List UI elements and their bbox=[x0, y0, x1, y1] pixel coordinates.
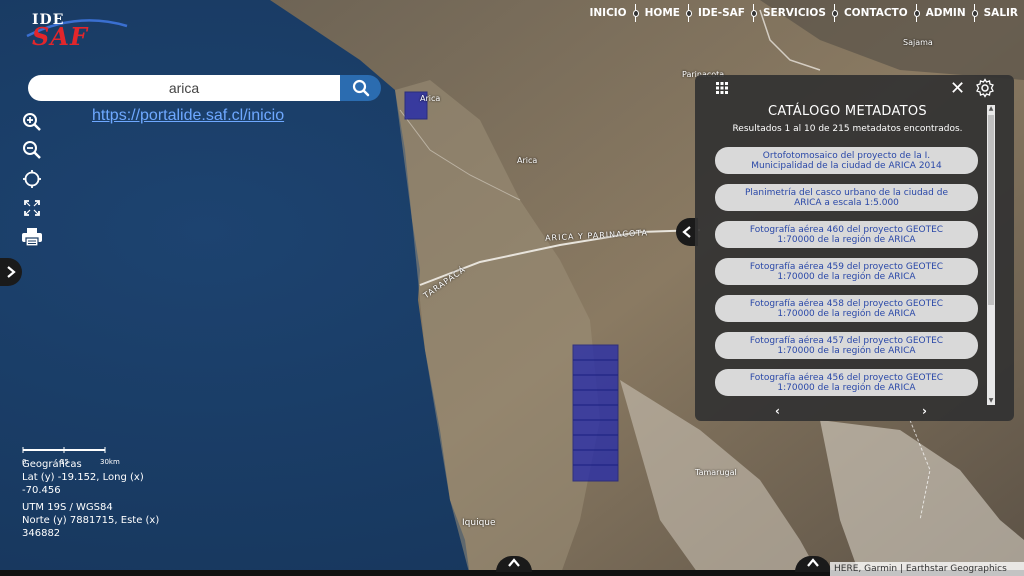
catalog-item-line1: Fotografía aérea 456 del proyecto GEOTEC bbox=[749, 372, 944, 383]
map-attribution: HERE, Garmin | Earthstar Geographics bbox=[830, 562, 1024, 576]
zoom-out-icon bbox=[23, 141, 41, 159]
map-label-tamarugal: Tamarugal bbox=[695, 468, 737, 477]
catalog-item-line2: 1:70000 de la región de ARICA bbox=[777, 234, 916, 245]
catalog-item-line2: 1:70000 de la región de ARICA bbox=[777, 382, 916, 393]
catalog-item[interactable]: Fotografía aérea 460 del proyecto GEOTEC… bbox=[715, 221, 978, 248]
print-icon bbox=[22, 228, 42, 247]
nav-contacto[interactable]: CONTACTO bbox=[838, 0, 914, 26]
geo-long-value: -70.456 bbox=[22, 485, 61, 496]
nav-servicios[interactable]: SERVICIOS bbox=[757, 0, 832, 26]
catalog-next-page-button[interactable]: › bbox=[922, 404, 927, 418]
utm-title: UTM 19S / WGS84 bbox=[22, 502, 113, 513]
catalog-item-line1: Fotografía aérea 457 del proyecto GEOTEC bbox=[749, 335, 944, 346]
portal-url-link[interactable]: https://portalide.saf.cl/inicio bbox=[92, 107, 284, 125]
chevron-up-icon bbox=[807, 558, 819, 567]
search-bar bbox=[28, 75, 381, 101]
gear-icon[interactable] bbox=[975, 78, 995, 98]
catalog-item-line1: Fotografía aérea 458 del proyecto GEOTEC bbox=[749, 298, 944, 309]
locate-icon bbox=[23, 170, 41, 188]
catalog-item[interactable]: Fotografía aérea 459 del proyecto GEOTEC… bbox=[715, 258, 978, 285]
search-input[interactable] bbox=[28, 75, 340, 101]
catalog-title: CATÁLOGO METADATOS bbox=[768, 104, 927, 119]
catalog-item-line1: Planimetría del casco urbano de la ciuda… bbox=[744, 187, 949, 198]
top-navigation: INICIO HOME IDE-SAF SERVICIOS CONTACTO A… bbox=[583, 0, 1024, 26]
nav-home[interactable]: HOME bbox=[639, 0, 686, 26]
scroll-down-arrow-icon[interactable]: ▼ bbox=[987, 397, 995, 405]
scrollbar-thumb[interactable] bbox=[988, 115, 994, 305]
fullscreen-button[interactable] bbox=[20, 196, 44, 220]
fullscreen-icon bbox=[24, 200, 40, 216]
search-icon bbox=[352, 79, 369, 97]
catalog-item[interactable]: Planimetría del casco urbano de la ciuda… bbox=[715, 184, 978, 211]
scroll-up-arrow-icon[interactable]: ▲ bbox=[987, 105, 995, 113]
catalog-item-line2: 1:70000 de la región de ARICA bbox=[777, 308, 916, 319]
search-button[interactable] bbox=[340, 75, 381, 101]
catalog-item[interactable]: Fotografía aérea 457 del proyecto GEOTEC… bbox=[715, 332, 978, 359]
scale-bar-graphic bbox=[22, 447, 106, 453]
catalog-item-line1: Fotografía aérea 459 del proyecto GEOTEC bbox=[749, 261, 944, 272]
catalog-item-line2: 1:70000 de la región de ARICA bbox=[777, 345, 916, 356]
catalog-prev-page-button[interactable]: ‹ bbox=[775, 404, 780, 418]
map-label-iquique: Iquique bbox=[462, 518, 496, 528]
nav-inicio[interactable]: INICIO bbox=[583, 0, 632, 26]
zoom-in-button[interactable] bbox=[20, 110, 44, 134]
nav-salir[interactable]: SALIR bbox=[978, 0, 1024, 26]
chevron-up-icon bbox=[508, 558, 520, 567]
catalog-item-line1: Ortofotomosaico del proyecto de la I. bbox=[762, 150, 931, 161]
map-label-sajama: Sajama bbox=[903, 38, 933, 47]
catalog-item-line1: Fotografía aérea 460 del proyecto GEOTEC bbox=[749, 224, 944, 235]
chevron-left-icon bbox=[682, 226, 691, 238]
geo-title: Geográficas bbox=[22, 459, 82, 470]
catalog-results-count: Resultados 1 al 10 de 215 metadatos enco… bbox=[732, 124, 963, 134]
catalog-item-line2: Municipalidad de la ciudad de ARICA 2014 bbox=[751, 160, 942, 171]
chevron-right-icon bbox=[7, 266, 16, 278]
utm-coordinates: UTM 19S / WGS84 Norte (y) 7881715, Este … bbox=[22, 501, 159, 540]
grid-menu-icon[interactable] bbox=[715, 81, 729, 95]
nav-ide-saf[interactable]: IDE-SAF bbox=[692, 0, 751, 26]
zoom-in-icon bbox=[23, 113, 41, 131]
catalog-item-line2: ARICA a escala 1:5.000 bbox=[794, 197, 899, 208]
geo-latlong: Lat (y) -19.152, Long (x) bbox=[22, 472, 144, 483]
footprint-stack[interactable] bbox=[572, 344, 619, 482]
map-label-arica-secondary: Arica bbox=[517, 156, 538, 165]
locate-button[interactable] bbox=[20, 167, 44, 191]
geographic-coordinates: Geográficas Lat (y) -19.152, Long (x) -7… bbox=[22, 458, 144, 497]
catalog-item-line2: 1:70000 de la región de ARICA bbox=[777, 271, 916, 282]
map-label-arica: Arica bbox=[420, 94, 441, 103]
catalog-list: Ortofotomosaico del proyecto de la I. Mun… bbox=[715, 147, 980, 406]
catalog-item[interactable]: Fotografía aérea 458 del proyecto GEOTEC… bbox=[715, 295, 978, 322]
zoom-out-button[interactable] bbox=[20, 138, 44, 162]
catalog-scrollbar[interactable]: ▲ ▼ bbox=[987, 105, 995, 405]
catalog-item[interactable]: Ortofotomosaico del proyecto de la I. Mun… bbox=[715, 147, 978, 174]
nav-admin[interactable]: ADMIN bbox=[920, 0, 972, 26]
utm-east-value: 346882 bbox=[22, 528, 61, 539]
logo-saf-text: SAF bbox=[32, 22, 88, 51]
print-button[interactable] bbox=[20, 225, 44, 249]
ide-saf-logo[interactable]: IDE SAF bbox=[22, 10, 132, 51]
close-icon[interactable]: ✕ bbox=[950, 78, 965, 99]
catalog-panel: ✕ CATÁLOGO METADATOS Resultados 1 al 10 … bbox=[695, 75, 1014, 421]
utm-north-east: Norte (y) 7881715, Este (x) bbox=[22, 515, 160, 526]
catalog-item[interactable]: Fotografía aérea 456 del proyecto GEOTEC… bbox=[715, 369, 978, 396]
